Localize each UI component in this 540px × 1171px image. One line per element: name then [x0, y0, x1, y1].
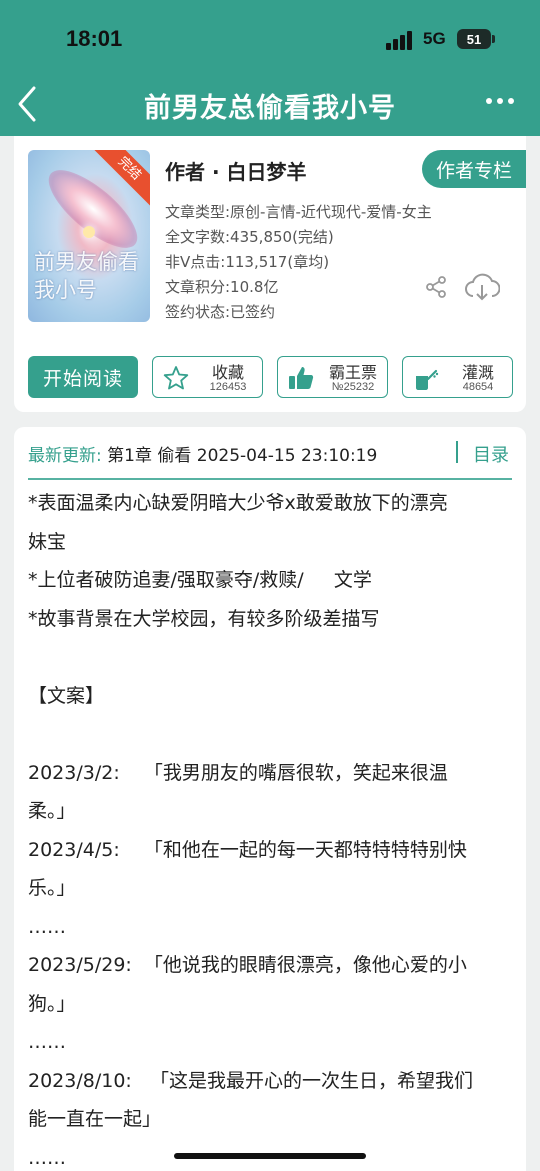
info-sign-status: 签约状态:已签约	[165, 303, 276, 321]
description-line: 2023/4/5: 「和他在一起的每一天都特特特特别快	[28, 838, 467, 861]
description-line: 柔。」	[28, 800, 76, 822]
favorite-label: 收藏	[211, 363, 244, 382]
description-line: *表面温柔内心缺爱阴暗大少爷x敢爱敢放下的漂亮	[28, 492, 448, 514]
start-reading-button[interactable]: 开始阅读	[28, 356, 138, 398]
latest-update-label: 最新更新:	[28, 446, 102, 466]
description-card: 最新更新: 第1章 偷看 2025-04-15 23:10:19 目录 *表面温…	[14, 427, 526, 1171]
toc-link[interactable]: 目录	[473, 441, 509, 467]
description-line: *上位者破防追妻/强取豪夺/救赎/ 文学	[28, 569, 372, 591]
thumbs-up-icon	[289, 367, 314, 389]
description-line: 妹宝	[28, 530, 67, 553]
description-line: ……	[28, 915, 66, 938]
description-line: 能一直在一起」	[28, 1108, 162, 1130]
network-label: 5G	[423, 29, 446, 48]
divider	[456, 441, 458, 463]
info-genre: 文章类型:原创-言情-近代现代-爱情-女主	[165, 203, 432, 221]
description-line: 2023/8/10: 「这是我最开心的一次生日，希望我们	[28, 1069, 473, 1092]
author-name[interactable]: 作者 · 白日梦羊	[165, 156, 307, 185]
book-description: *表面温柔内心缺爱阴暗大少爷x敢爱敢放下的漂亮 妹宝 *上位者破防追妻/强取豪夺…	[28, 484, 514, 1171]
description-line	[28, 715, 514, 754]
description-line: 2023/3/2: 「我男朋友的嘴唇很软，笑起来很温	[28, 761, 448, 784]
description-line: 2023/5/29: 「他说我的眼睛很漂亮，像他心爱的小	[28, 954, 467, 976]
favorite-count: 126453	[209, 381, 247, 393]
header-bar: 18:01 5G 51 前男友总偷看我小号	[0, 0, 540, 136]
nutrition-label: 灌溉	[461, 363, 494, 382]
watering-can-icon	[416, 369, 439, 390]
latest-chapter: 第1章 偷看 2025-04-15 23:10:19	[107, 446, 378, 466]
ticket-label: 霸王票	[328, 363, 377, 382]
description-line: *故事背景在大学校园，有较多阶级差描写	[28, 607, 380, 630]
page-title: 前男友总偷看我小号	[144, 93, 396, 124]
book-info-card: 前男友偷看我小号 完结 作者 · 白日梦羊 作者专栏 文章类型:原创-言情-近代…	[14, 136, 526, 412]
signal-icon	[386, 30, 416, 50]
description-line: 【文案】	[28, 684, 105, 707]
battery-icon: 51	[457, 29, 495, 49]
cloud-download-icon[interactable]	[464, 272, 500, 302]
status-time: 18:01	[66, 26, 123, 51]
more-dots-icon	[486, 98, 492, 104]
nutrition-button[interactable]: 灌溉 48654	[402, 356, 513, 398]
book-cover[interactable]: 前男友偷看我小号 完结	[28, 150, 150, 322]
more-button[interactable]	[486, 98, 516, 108]
ticket-button[interactable]: 霸王票 №25232	[277, 356, 388, 398]
author-column-button[interactable]: 作者专栏	[422, 150, 526, 188]
description-line: ……	[28, 1031, 66, 1053]
cover-title: 前男友偷看我小号	[34, 250, 139, 302]
description-line	[28, 638, 514, 677]
latest-update[interactable]: 最新更新: 第1章 偷看 2025-04-15 23:10:19	[28, 441, 377, 466]
description-line: 乐。」	[28, 877, 76, 899]
ticket-count: №25232	[331, 381, 375, 393]
info-score: 文章积分:10.8亿	[165, 278, 279, 296]
info-word-count: 全文字数:435,850(完结)	[165, 228, 334, 246]
share-icon[interactable]	[424, 275, 448, 299]
nutrition-count: 48654	[462, 381, 494, 393]
star-icon	[163, 366, 189, 390]
divider	[28, 478, 512, 480]
favorite-button[interactable]: 收藏 126453	[152, 356, 263, 398]
description-line: 狗。」	[28, 992, 76, 1015]
info-clicks: 非V点击:113,517(章均)	[165, 253, 330, 271]
home-indicator[interactable]	[174, 1153, 366, 1159]
